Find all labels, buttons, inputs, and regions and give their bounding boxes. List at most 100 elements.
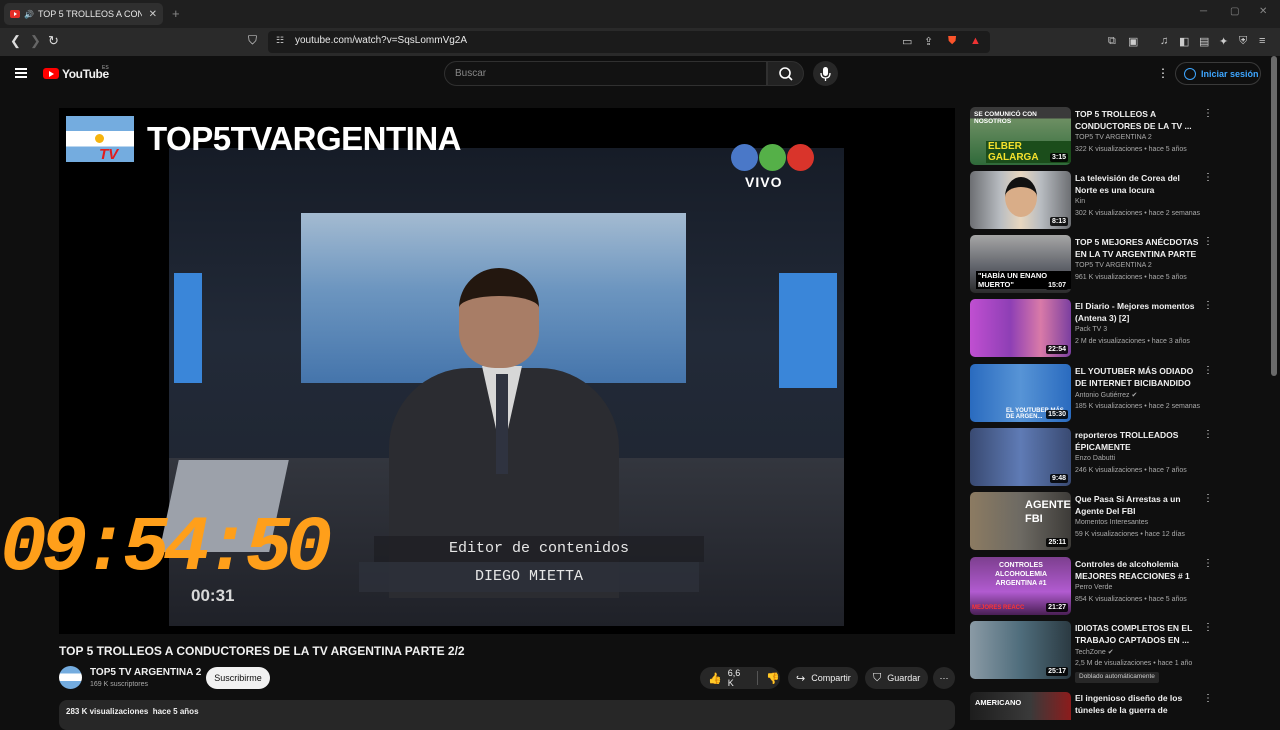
page-scrollbar[interactable]	[1271, 56, 1277, 376]
related-video[interactable]: AGENTE FBI 25:11 Que Pasa Si Arrestas a …	[970, 492, 1215, 552]
share-page-icon[interactable]: ⇪	[924, 35, 933, 48]
forward-icon[interactable]: ❯	[30, 33, 41, 49]
related-menu-icon[interactable]: ⋮	[1203, 365, 1213, 376]
share-button[interactable]: ↪ Compartir	[788, 667, 858, 689]
settings-more-icon[interactable]: ⋮	[1157, 66, 1169, 80]
dislike-icon[interactable]: 👎	[766, 672, 780, 685]
channel-avatar[interactable]	[59, 666, 82, 689]
browser-tab[interactable]: 🔊 TOP 5 TROLLEOS A CONDUCTORES ✕	[4, 3, 163, 25]
voice-search-button[interactable]	[813, 61, 838, 86]
related-menu-icon[interactable]: ⋮	[1203, 300, 1213, 311]
guide-menu-icon[interactable]	[15, 68, 27, 78]
related-thumbnail[interactable]: 8:13	[970, 171, 1071, 229]
save-button[interactable]: ⛉ Guardar	[865, 667, 928, 689]
related-channel[interactable]: TechZone ✔	[1075, 648, 1114, 656]
maximize-icon[interactable]: ▢	[1230, 6, 1239, 17]
related-menu-icon[interactable]: ⋮	[1203, 108, 1213, 119]
related-video[interactable]: SE COMUNICÓ CON NOSOTROS ELBER GALARGA 3…	[970, 107, 1215, 167]
related-thumbnail[interactable]: CONTROLES ALCOHOLEMIA ARGENTINA #1 MEJOR…	[970, 557, 1071, 615]
related-title[interactable]: La televisión de Corea del Norte es una …	[1075, 172, 1201, 196]
related-menu-icon[interactable]: ⋮	[1203, 429, 1213, 440]
related-menu-icon[interactable]: ⋮	[1203, 236, 1213, 247]
related-video[interactable]: 25:17 IDIOTAS COMPLETOS EN EL TRABAJO CA…	[970, 621, 1215, 683]
like-count[interactable]: 6,6 K	[728, 668, 748, 688]
related-menu-icon[interactable]: ⋮	[1203, 693, 1213, 704]
site-info-icon[interactable]: ☷	[276, 35, 284, 46]
more-actions-button[interactable]: ⋯	[933, 667, 955, 689]
related-video[interactable]: 8:13 La televisión de Corea del Norte es…	[970, 171, 1215, 231]
youtube-favicon-icon	[10, 10, 20, 18]
related-video[interactable]: EL YOUTUBER MÁS DE ARGEN... 15:30 EL YOU…	[970, 364, 1215, 424]
leo-icon[interactable]: ✦	[1219, 35, 1228, 48]
related-title[interactable]: TOP 5 TROLLEOS A CONDUCTORES DE LA TV ..…	[1075, 108, 1201, 132]
brave-shield-icon[interactable]: ⛊	[948, 35, 956, 48]
related-video[interactable]: AMERICANO El ingenioso diseño de los tún…	[970, 692, 1215, 720]
related-video[interactable]: "HABÍA UN ENANO MUERTO" 15:07 TOP 5 MEJO…	[970, 235, 1215, 295]
music-icon[interactable]: ♫	[1160, 35, 1168, 47]
related-thumbnail[interactable]: 25:17	[970, 621, 1071, 679]
related-thumbnail[interactable]: "HABÍA UN ENANO MUERTO" 15:07	[970, 235, 1071, 293]
bookmark-icon[interactable]: ⛉	[248, 33, 257, 48]
related-title[interactable]: EL YOUTUBER MÁS ODIADO DE INTERNET BICIB…	[1075, 365, 1201, 389]
related-thumbnail[interactable]: 9:48	[970, 428, 1071, 486]
related-video[interactable]: 9:48 reporteros TROLLEADOS ÉPICAMENTE En…	[970, 428, 1215, 488]
related-thumbnail[interactable]: AMERICANO	[970, 692, 1071, 720]
related-menu-icon[interactable]: ⋮	[1203, 172, 1213, 183]
channel-watermark: TOP5TVARGENTINA	[147, 120, 461, 157]
back-icon[interactable]: ❮	[10, 33, 21, 49]
reload-icon[interactable]: ↻	[48, 33, 59, 49]
related-title[interactable]: IDIOTAS COMPLETOS EN EL TRABAJO CAPTADOS…	[1075, 622, 1201, 646]
related-channel[interactable]: TOP5 TV ARGENTINA 2	[1075, 262, 1152, 269]
related-menu-icon[interactable]: ⋮	[1203, 558, 1213, 569]
related-menu-icon[interactable]: ⋮	[1203, 493, 1213, 504]
related-channel[interactable]: Antonio Gutiérrez ✔	[1075, 391, 1137, 399]
related-thumbnail[interactable]: AGENTE FBI 25:11	[970, 492, 1071, 550]
search-placeholder[interactable]: Buscar	[455, 68, 486, 79]
related-title[interactable]: El ingenioso diseño de los túneles de la…	[1075, 692, 1201, 716]
related-channel[interactable]: Pack TV 3	[1075, 326, 1107, 333]
new-tab-icon[interactable]: +	[172, 6, 180, 21]
close-window-icon[interactable]: ✕	[1259, 6, 1267, 17]
related-channel[interactable]: Kin	[1075, 198, 1085, 205]
signin-button[interactable]: Iniciar sesión	[1175, 62, 1261, 85]
related-channel-name[interactable]: TechZone	[1075, 649, 1106, 656]
extensions-icon[interactable]: ⧉	[1108, 35, 1116, 48]
related-title[interactable]: Que Pasa Si Arrestas a un Agente Del FBI	[1075, 493, 1201, 517]
speaker-icon[interactable]: 🔊	[24, 10, 34, 19]
related-channel[interactable]: Enzo Dabutti	[1075, 455, 1115, 462]
youtube-logo-icon[interactable]	[43, 68, 59, 79]
wallet-icon[interactable]: ▣	[1128, 35, 1138, 48]
related-thumbnail[interactable]: 22:54	[970, 299, 1071, 357]
related-title[interactable]: Controles de alcoholemia MEJORES REACCIO…	[1075, 558, 1201, 582]
browser-nav-bar: ❮ ❯ ↻ ⛉	[0, 28, 1280, 56]
related-thumbnail[interactable]: EL YOUTUBER MÁS DE ARGEN... 15:30	[970, 364, 1071, 422]
save-icon: ⛉	[873, 671, 882, 684]
channel-name[interactable]: TOP5 TV ARGENTINA 2	[90, 667, 201, 678]
rewards-icon[interactable]: ▲	[970, 35, 981, 47]
tab-title: TOP 5 TROLLEOS A CONDUCTORES	[37, 9, 142, 19]
related-title[interactable]: reporteros TROLLEADOS ÉPICAMENTE	[1075, 429, 1201, 453]
like-icon[interactable]: 👍	[708, 672, 722, 685]
search-button[interactable]	[767, 61, 804, 86]
related-channel[interactable]: Perro Verde	[1075, 584, 1112, 591]
related-title[interactable]: El Diario - Mejores momentos (Antena 3) …	[1075, 300, 1201, 324]
subscribe-button[interactable]: Suscribirme	[206, 667, 270, 689]
wallet2-icon[interactable]: ▤	[1199, 35, 1209, 48]
related-video[interactable]: 22:54 El Diario - Mejores momentos (Ante…	[970, 299, 1215, 359]
related-menu-icon[interactable]: ⋮	[1203, 622, 1213, 633]
related-channel[interactable]: Momentos Interesantes	[1075, 519, 1148, 526]
url-text[interactable]: youtube.com/watch?v=SqsLommVg2A	[295, 35, 467, 46]
menu-icon[interactable]: ≡	[1259, 35, 1265, 47]
search-input[interactable]	[444, 61, 767, 86]
verified-icon: ✔	[1107, 649, 1114, 656]
related-thumbnail[interactable]: SE COMUNICÓ CON NOSOTROS ELBER GALARGA 3…	[970, 107, 1071, 165]
related-channel[interactable]: TOP5 TV ARGENTINA 2	[1075, 134, 1152, 141]
close-tab-icon[interactable]: ✕	[149, 9, 157, 20]
cast-icon[interactable]: ▭	[902, 35, 912, 48]
vpn-icon[interactable]: ⛨	[1239, 35, 1247, 48]
sidebar-icon[interactable]: ◧	[1179, 35, 1189, 48]
related-channel-name[interactable]: Antonio Gutiérrez	[1075, 392, 1129, 399]
related-title[interactable]: TOP 5 MEJORES ANÉCDOTAS EN LA TV ARGENTI…	[1075, 236, 1201, 260]
minimize-icon[interactable]: ─	[1200, 6, 1207, 17]
related-video[interactable]: CONTROLES ALCOHOLEMIA ARGENTINA #1 MEJOR…	[970, 557, 1215, 617]
